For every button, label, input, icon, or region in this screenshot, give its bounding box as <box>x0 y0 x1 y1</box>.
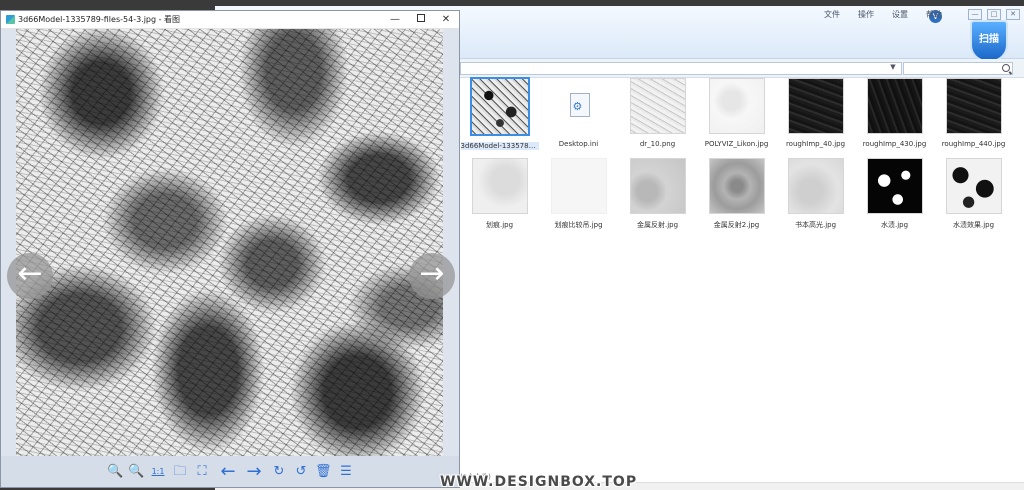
file-name: 金属反射.jpg <box>636 221 679 229</box>
search-icon[interactable] <box>1002 64 1010 72</box>
viewer-toolbar: 🔍 🔍 1:1 🗀 ⛶ ← → ↻ ↺ 🗑 ☰ <box>1 457 459 487</box>
rotate-counterclockwise-icon[interactable]: ↺ <box>293 463 309 481</box>
file-thumbnail <box>787 158 844 214</box>
viewer-titlebar[interactable]: 3d66Model-1335789-files-54-3.jpg - 看图 — … <box>1 11 459 29</box>
file-name: 3d66Model-1335789-files-54-3.jpg <box>460 142 539 150</box>
image-canvas[interactable]: ← → <box>1 29 459 456</box>
file-item[interactable]: 金属反射2.jpg <box>697 158 776 230</box>
watermark: WWW.DESIGNBOX.TOP <box>440 474 638 490</box>
file-thumbnail <box>629 78 686 134</box>
file-item[interactable]: 划痕比较吊.jpg <box>539 158 618 230</box>
zoom-out-icon[interactable]: 🔍 <box>128 463 144 481</box>
file-name: roughImp_40.jpg <box>785 140 846 148</box>
address-bar[interactable] <box>460 62 902 75</box>
menu-file[interactable]: 文件 <box>824 9 840 20</box>
file-item[interactable]: roughImp_430.jpg <box>855 78 934 150</box>
file-item[interactable]: 书本高光.jpg <box>776 158 855 230</box>
fm-close-button[interactable]: ✕ <box>1006 9 1020 20</box>
file-name: 水渍效果.jpg <box>952 221 995 229</box>
file-item[interactable]: 水渍.jpg <box>855 158 934 230</box>
viewer-minimize-button[interactable]: — <box>382 12 408 27</box>
viewer-app-icon <box>6 15 15 24</box>
file-item[interactable]: 水渍效果.jpg <box>934 158 1013 230</box>
delete-icon[interactable]: 🗑 <box>315 463 332 481</box>
toolbar-previous-icon[interactable]: ← <box>217 463 239 481</box>
file-item[interactable]: 划痕.jpg <box>460 158 539 230</box>
file-thumbnail <box>550 158 607 214</box>
file-name: 金属反射2.jpg <box>713 221 760 229</box>
file-name: POLYVIZ_Likon.jpg <box>704 140 769 148</box>
file-manager-window-controls: — □ ✕ <box>968 9 1020 20</box>
file-name: roughImp_430.jpg <box>862 140 927 148</box>
file-thumbnail <box>708 78 765 134</box>
slideshow-icon[interactable]: ⛶ <box>194 463 210 481</box>
file-thumbnail <box>550 78 607 134</box>
file-name: dr_10.png <box>639 140 676 148</box>
actual-size-button[interactable]: 1:1 <box>149 463 167 481</box>
displayed-image <box>16 29 443 456</box>
rotate-clockwise-icon[interactable]: ↻ <box>271 463 287 481</box>
file-thumbnail <box>469 77 530 137</box>
file-thumbnail <box>866 158 923 214</box>
file-item[interactable]: 3d66Model-1335789-files-54-3.jpg <box>460 77 539 150</box>
fm-minimize-button[interactable]: — <box>968 9 982 20</box>
more-menu-icon[interactable]: ☰ <box>338 463 354 481</box>
file-thumbnail <box>708 158 765 214</box>
toolbar-next-icon[interactable]: → <box>243 463 265 481</box>
menu-bar: 文件 操作 设置 帮助 <box>824 9 942 20</box>
file-thumbnail <box>629 158 686 214</box>
settings-file-icon <box>569 93 590 117</box>
file-name: roughImp_440.jpg <box>941 140 1006 148</box>
viewer-close-button[interactable]: ✕ <box>433 12 459 27</box>
menu-help[interactable]: 帮助 <box>926 9 942 20</box>
file-item[interactable]: 金属反射.jpg <box>618 158 697 230</box>
search-input[interactable] <box>903 62 1013 75</box>
open-folder-icon[interactable]: 🗀 <box>172 463 188 481</box>
next-image-button[interactable]: → <box>409 253 455 299</box>
file-item[interactable]: POLYVIZ_Likon.jpg <box>697 78 776 150</box>
file-thumbnail <box>787 78 844 134</box>
menu-operate[interactable]: 操作 <box>858 9 874 20</box>
viewer-maximize-button[interactable] <box>408 12 434 27</box>
zoom-in-icon[interactable]: 🔍 <box>107 463 123 481</box>
file-name: Desktop.ini <box>558 140 599 148</box>
file-item[interactable]: roughImp_440.jpg <box>934 78 1013 150</box>
file-item[interactable]: Desktop.ini <box>539 78 618 150</box>
file-thumbnail <box>945 78 1002 134</box>
previous-image-button[interactable]: ← <box>7 253 53 299</box>
file-thumbnail <box>945 158 1002 214</box>
file-item[interactable]: roughImp_40.jpg <box>776 78 855 150</box>
file-name: 划痕比较吊.jpg <box>554 221 603 229</box>
image-viewer-window: 3d66Model-1335789-files-54-3.jpg - 看图 — … <box>0 10 460 488</box>
file-name: 水渍.jpg <box>880 221 909 229</box>
menu-settings[interactable]: 设置 <box>892 9 908 20</box>
file-name: 书本高光.jpg <box>794 221 837 229</box>
fm-maximize-button[interactable]: □ <box>987 9 1001 20</box>
scan-shield-button[interactable]: 扫描 <box>970 20 1008 62</box>
viewer-title: 3d66Model-1335789-files-54-3.jpg - 看图 <box>18 15 181 24</box>
address-dropdown-icon[interactable]: ▼ <box>888 63 898 72</box>
file-thumbnail <box>866 78 923 134</box>
file-thumbnail <box>471 158 528 214</box>
file-name: 划痕.jpg <box>485 221 514 229</box>
file-item[interactable]: dr_10.png <box>618 78 697 150</box>
file-grid: 3d66Model-1335789-files-54-3.jpg Desktop.… <box>460 77 1020 230</box>
